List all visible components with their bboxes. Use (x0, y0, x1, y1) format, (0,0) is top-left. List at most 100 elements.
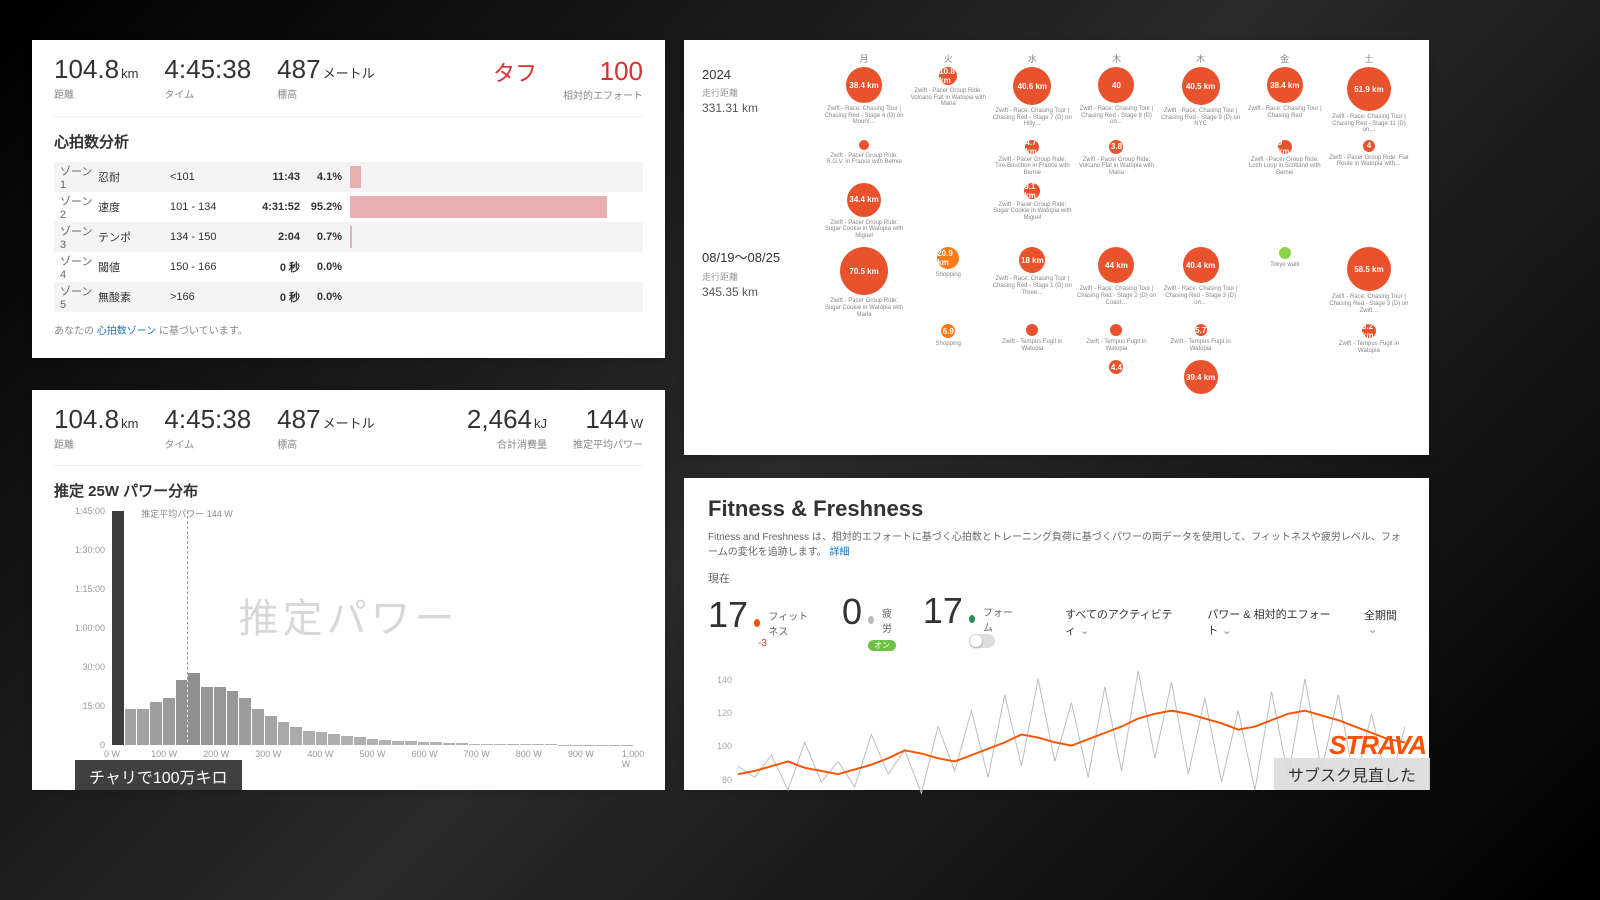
activity-caption: Zwift - Tempus Fugit in Watopia (1329, 341, 1409, 354)
fatigue-toggle-on[interactable]: オン (868, 640, 896, 651)
activity-bubble[interactable]: 10.8 km (939, 67, 957, 85)
stat-time: 4:45:38 タイム (164, 406, 251, 451)
stat-elevation: 487メートル 標高 (277, 406, 374, 451)
activity-caption: Zwift - Pacer Group Ride: Loch Loop in S… (1245, 157, 1325, 177)
hr-zone-row: ゾーン 5無酸素>1660 秒0.0% (54, 282, 643, 312)
activity-bubble[interactable]: 70.5 km (840, 247, 888, 295)
power-y-axis: 015:0030:001:00:001:15:001:30:001:45:00 (54, 511, 109, 745)
hr-analysis-panel: 104.8km 距離 4:45:38 タイム 487メートル 標高 タフ 100… (32, 40, 665, 358)
calendar-weekday-header: 月火水木木金土 (702, 52, 1411, 65)
activity-caption: Zwift - Pacer Group Ride: Sugar Cookie i… (824, 298, 904, 318)
calendar-panel: 月火水木木金土 2024 走行距離 331.31 km 38.4 kmZwift… (684, 40, 1429, 455)
power-panel: 104.8km 距離 4:45:38 タイム 487メートル 標高 2,464k… (32, 390, 665, 790)
activity-caption: Zwift - Race: Chasing Tour | Chasing Red… (824, 106, 904, 126)
avg-power-label: 推定平均パワー 144 W (141, 507, 233, 520)
dot-icon (754, 619, 760, 627)
activity-bubble[interactable]: 40.6 km (1013, 67, 1051, 105)
activity-bubble[interactable]: 58.5 km (1347, 247, 1391, 291)
activity-bubble[interactable]: 18 km (1019, 247, 1045, 273)
activity-bubble[interactable]: 39.4 km (1184, 360, 1218, 394)
dot-icon (969, 615, 975, 623)
filter-period[interactable]: 全期間 (1364, 607, 1405, 636)
activity-caption: Zwift - Race: Chasing Tour | Chasing Red… (992, 108, 1072, 128)
activity-bubble[interactable] (1110, 324, 1122, 336)
ff-detail-link[interactable]: 詳細 (829, 547, 849, 558)
calendar-year: 2024 (702, 67, 822, 82)
activity-bubble[interactable]: 4.7 km (1025, 140, 1039, 154)
hr-zone-link[interactable]: 心拍数ゾーン (97, 326, 157, 337)
activity-caption: Zwift - Race: Chasing Tour | Chasing Red… (1076, 106, 1156, 126)
activity-caption: Zwift - Race: Chasing Tour | Chasing Red (1245, 106, 1325, 119)
activity-caption: Shopping (936, 272, 961, 279)
stat-distance: 104.8km 距離 (54, 56, 138, 101)
activity-caption: Shopping (936, 341, 961, 348)
chevron-down-icon (1076, 625, 1089, 637)
activity-bubble[interactable]: 6.9 (941, 324, 955, 338)
hr-zone-row: ゾーン 4閾値150 - 1660 秒0.0% (54, 252, 643, 282)
power-distribution-chart: 推定パワー 015:0030:001:00:001:15:001:30:001:… (54, 511, 643, 771)
stat-distance: 104.8km 距離 (54, 406, 138, 451)
activity-caption: Tokyo walk (1270, 262, 1299, 269)
activity-caption: Zwift - Race: Chasing Tour | Chasing Red… (1076, 286, 1156, 306)
stat-effort: 100 相対的エフォート (563, 56, 643, 102)
ff-description: Fitness and Freshness は、相対的エフォートに基づく心拍数と… (708, 528, 1405, 558)
activity-caption: Zwift - Pacer Group Ride: Volcano Flat i… (908, 88, 988, 108)
activity-bubble[interactable]: 38.4 km (1267, 67, 1303, 103)
calendar-row: 6.9 Shopping Zwift - Tempus Fugit in Watop… (702, 324, 1411, 354)
activity-bubble[interactable]: 40 (1098, 67, 1134, 103)
pw-section-title: 推定 25W パワー分布 (54, 480, 643, 501)
ff-form: 17 フォーム (923, 590, 1013, 653)
hr-zone-table: ゾーン 1忍耐<10111:434.1%ゾーン 2速度101 - 1344:31… (54, 162, 643, 312)
power-bars (112, 511, 633, 745)
pw-stat-row: 104.8km 距離 4:45:38 タイム 487メートル 標高 2,464k… (54, 406, 643, 466)
activity-caption: Zwift - Race: Chasing Tour | Chasing Red… (1161, 286, 1241, 306)
activity-bubble[interactable] (1026, 324, 1038, 336)
activity-bubble[interactable]: 51.9 km (1347, 67, 1391, 111)
activity-bubble[interactable]: 4.4 (1109, 360, 1123, 374)
activity-bubble[interactable]: 44 km (1098, 247, 1134, 283)
activity-bubble[interactable]: 4 (1363, 140, 1375, 152)
activity-caption: Zwift - Race: Chasing Tour | Chasing Red… (1329, 294, 1409, 314)
activity-bubble[interactable] (859, 140, 869, 150)
hr-zone-row: ゾーン 1忍耐<10111:434.1% (54, 162, 643, 192)
ff-fitness: 17 フィットネス -3 (708, 594, 816, 649)
strava-logo: STRAVA (1329, 730, 1426, 761)
stat-tough: タフ (493, 56, 537, 88)
activity-caption: Zwift - Tempus Fugit in Watopia (992, 339, 1072, 352)
activity-caption: Zwift - Pacer Group Ride: Flat Route in … (1329, 155, 1409, 168)
activity-caption: Zwift - Race: Chasing Tour | Chasing Red… (1161, 108, 1241, 128)
activity-bubble[interactable]: 9.2 km (1362, 324, 1376, 338)
activity-bubble[interactable]: 34.4 km (847, 183, 881, 217)
calendar-row: 08/19〜08/25 走行距離 345.35 km 70.5 kmZwift … (702, 247, 1411, 318)
chevron-down-icon (1218, 625, 1231, 637)
activity-bubble[interactable]: 38.4 km (846, 67, 882, 103)
caption-left: チャリで100万キロ (75, 760, 242, 792)
activity-bubble[interactable]: 20.9 km (937, 247, 959, 269)
activity-bubble[interactable]: 5.7 (1195, 324, 1207, 336)
activity-caption: Zwift - Tempus Fugit in Watopia (1076, 339, 1156, 352)
activity-caption: Zwift - Tempus Fugit in Watopia (1161, 339, 1241, 352)
activity-caption: Zwift - Pacer Group Ride: R.G.V. in Fran… (824, 153, 904, 166)
activity-bubble[interactable]: 9 km (1278, 140, 1292, 154)
ff-y-axis: 14012010080 (708, 663, 736, 813)
activity-caption: Zwift - Pacer Group Ride: Tire-Bouchon i… (992, 157, 1072, 177)
form-toggle[interactable] (969, 634, 995, 648)
filter-activity[interactable]: すべてのアクティビティ (1065, 606, 1181, 638)
activity-caption: Zwift - Pacer Group Ride: Sugar Cookie i… (992, 202, 1072, 222)
activity-bubble[interactable]: 3.8 (1109, 140, 1123, 154)
hr-footnote: あなたの 心拍数ゾーン に基づいています。 (54, 322, 643, 337)
activity-caption: Zwift - Pacer Group Ride: Volcano Flat i… (1076, 157, 1156, 177)
stat-time: 4:45:38 タイム (164, 56, 251, 101)
activity-bubble[interactable]: 40.5 km (1182, 67, 1220, 105)
dot-icon (868, 616, 874, 624)
activity-caption: Zwift - Pacer Group Ride: Sugar Cookie i… (824, 220, 904, 240)
caption-right: サブスク見直した (1274, 758, 1430, 790)
stat-energy: 2,464kJ 合計消費量 (467, 406, 547, 451)
activity-bubble[interactable]: 40.4 km (1183, 247, 1219, 283)
hr-stat-row: 104.8km 距離 4:45:38 タイム 487メートル 標高 タフ 100… (54, 56, 643, 117)
activity-bubble[interactable]: 9.1 km (1024, 183, 1040, 199)
activity-bubble[interactable] (1279, 247, 1291, 259)
filter-metric[interactable]: パワー & 相対的エフォート (1207, 606, 1338, 638)
calendar-week2-range: 08/19〜08/25 (702, 247, 822, 266)
ff-line-chart: 14012010080 (708, 663, 1405, 813)
